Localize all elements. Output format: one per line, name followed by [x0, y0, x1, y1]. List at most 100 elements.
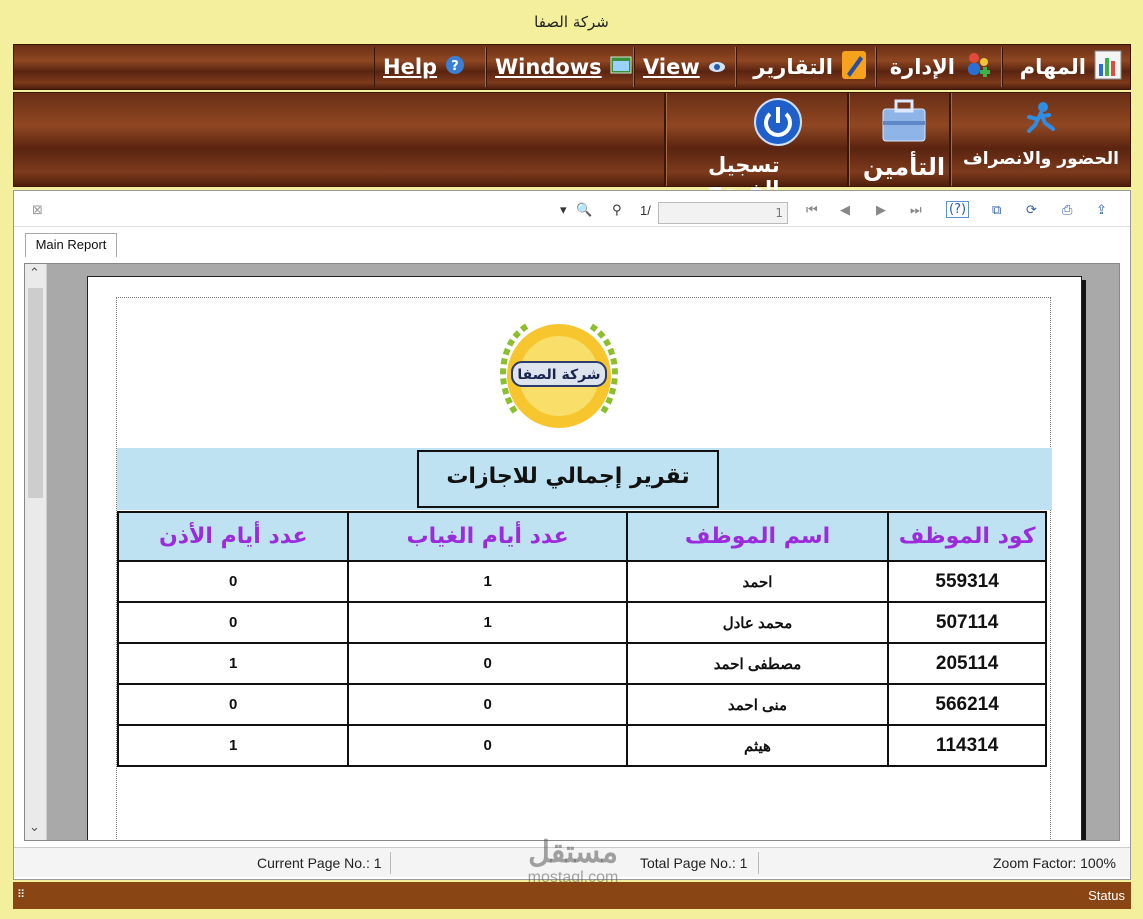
- page-number-input[interactable]: 1: [658, 202, 788, 224]
- eye-icon: [708, 55, 726, 79]
- menu-view-label: View: [643, 55, 700, 79]
- toolbar-divider: [664, 93, 667, 186]
- power-icon: [753, 97, 803, 151]
- scrollbar-thumb[interactable]: [28, 288, 43, 498]
- users-icon: [963, 50, 993, 85]
- table-row: 559314 احمد 1 0: [116, 560, 1047, 603]
- current-page-label: Current Page No.: 1: [257, 855, 382, 871]
- window-title: شركة الصفا: [534, 13, 609, 31]
- menu-reports[interactable]: التقارير: [736, 47, 876, 87]
- permission-days: 0: [116, 560, 350, 603]
- absence-days: 1: [347, 560, 628, 603]
- help-icon[interactable]: (?): [946, 201, 970, 218]
- report-preview-area: ⌃ ⌄ شركة الصفا تقرير إجمالي للاجازات كود…: [24, 263, 1120, 841]
- app-status-bar: ⠿ Status: [13, 882, 1131, 909]
- permission-days: 0: [116, 601, 350, 644]
- employee-name: منى احمد: [625, 683, 890, 726]
- zoom-icon[interactable]: 🔍: [576, 203, 592, 218]
- resize-grip-icon[interactable]: ⠿: [17, 888, 25, 901]
- status-divider: [758, 852, 759, 874]
- print-icon[interactable]: ⎙: [1062, 203, 1072, 218]
- employee-code: 507114: [887, 601, 1047, 644]
- briefcase-icon: [879, 97, 929, 149]
- app-window: شركة الصفا Help ? Windows View التقارير: [0, 0, 1143, 919]
- main-toolbar: تسجيل الخروج التأمين الحضور والانصراف: [13, 92, 1131, 201]
- scroll-down-icon[interactable]: ⌄: [29, 820, 40, 835]
- table-header-row: كود الموظف اسم الموظف عدد أيام الغياب عد…: [116, 511, 1047, 562]
- svg-text:?: ?: [451, 59, 459, 74]
- table-row: 566214 منى احمد 0 0: [116, 683, 1047, 726]
- menu-bar: Help ? Windows View التقارير الإدارة الم…: [13, 44, 1131, 90]
- report-page: شركة الصفا تقرير إجمالي للاجازات كود الم…: [87, 276, 1082, 840]
- tasks-label: المهام: [1019, 55, 1086, 79]
- watermark: مستقل mostaql.com: [498, 838, 648, 886]
- viewer-toolbar: ⊠ ▾ 🔍 ⚲ 1/ 1 ⏮ ◀ ▶ ⏭ (?) ⧉ ⟳ ⎙ ⇪: [14, 191, 1130, 227]
- copy-icon[interactable]: ⧉: [992, 203, 1001, 218]
- last-page-icon[interactable]: ⏭: [910, 203, 922, 218]
- attendance-label: الحضور والانصراف: [963, 149, 1119, 169]
- employee-name: محمد عادل: [625, 601, 890, 644]
- absence-days: 0: [347, 642, 628, 685]
- status-label: Status: [1088, 888, 1125, 903]
- logout-button[interactable]: تسجيل الخروج: [708, 97, 848, 201]
- previous-page-icon[interactable]: ◀: [840, 203, 850, 218]
- running-man-icon: [1023, 101, 1059, 143]
- export-icon[interactable]: ⇪: [1096, 203, 1107, 218]
- attendance-button[interactable]: الحضور والانصراف: [956, 101, 1126, 169]
- col-absence-days: عدد أيام الغياب: [347, 511, 628, 562]
- reports-label: التقارير: [753, 55, 833, 79]
- table-row: 507114 محمد عادل 1 0: [116, 601, 1047, 644]
- close-icon[interactable]: ⊠: [32, 203, 43, 218]
- absence-days: 1: [347, 601, 628, 644]
- page-of-label: 1/: [640, 203, 651, 218]
- employee-name: مصطفى احمد: [625, 642, 890, 685]
- status-divider: [390, 852, 391, 874]
- next-page-icon[interactable]: ▶: [876, 203, 886, 218]
- menu-help-label: Help: [383, 55, 438, 79]
- permission-days: 1: [116, 642, 350, 685]
- col-employee-name: اسم الموظف: [625, 511, 890, 562]
- employee-code: 114314: [887, 724, 1047, 767]
- table-row: 114314 هيثم 0 1: [116, 724, 1047, 767]
- leave-summary-table: كود الموظف اسم الموظف عدد أيام الغياب عد…: [116, 511, 1047, 767]
- employee-name: احمد: [625, 560, 890, 603]
- chevron-down-icon[interactable]: ▾: [560, 203, 567, 218]
- company-logo: شركة الصفا: [487, 312, 632, 442]
- help-icon: ?: [445, 55, 465, 80]
- admin-label: الإدارة: [889, 55, 955, 79]
- tab-main-report[interactable]: Main Report: [25, 233, 117, 257]
- employee-code: 566214: [887, 683, 1047, 726]
- scroll-up-icon[interactable]: ⌃: [29, 266, 40, 281]
- menu-windows-label: Windows: [495, 55, 602, 79]
- insurance-label: التأمين: [862, 153, 946, 181]
- logo-text: شركة الصفا: [517, 367, 600, 383]
- binoculars-icon[interactable]: ⚲: [612, 203, 622, 218]
- table-row: 205114 مصطفى احمد 0 1: [116, 642, 1047, 685]
- report-viewer: ⊠ ▾ 🔍 ⚲ 1/ 1 ⏮ ◀ ▶ ⏭ (?) ⧉ ⟳ ⎙ ⇪ Main Re…: [13, 190, 1131, 880]
- menu-tasks[interactable]: المهام: [1002, 47, 1130, 87]
- col-employee-code: كود الموظف: [887, 511, 1047, 562]
- report-title: تقرير إجمالي للاجازات: [417, 450, 719, 508]
- insurance-button[interactable]: التأمين: [862, 97, 946, 181]
- bar-chart-icon: [1094, 50, 1122, 85]
- menu-view[interactable]: View: [634, 47, 736, 87]
- permission-days: 0: [116, 683, 350, 726]
- watermark-brand: مستقل: [528, 836, 618, 869]
- toolbar-divider: [949, 93, 952, 186]
- zoom-factor-label: Zoom Factor: 100%: [993, 855, 1116, 871]
- report-body: شركة الصفا تقرير إجمالي للاجازات كود الم…: [116, 297, 1052, 840]
- employee-name: هيثم: [625, 724, 890, 767]
- menu-admin[interactable]: الإدارة: [876, 47, 1002, 87]
- menu-help[interactable]: Help ?: [374, 47, 486, 87]
- employee-code: 559314: [887, 560, 1047, 603]
- vertical-scrollbar[interactable]: ⌃ ⌄: [25, 264, 47, 840]
- col-permission-days: عدد أيام الأذن: [116, 511, 350, 562]
- refresh-icon[interactable]: ⟳: [1026, 203, 1037, 218]
- employee-code: 205114: [887, 642, 1047, 685]
- absence-days: 0: [347, 683, 628, 726]
- total-page-label: Total Page No.: 1: [640, 855, 748, 871]
- absence-days: 0: [347, 724, 628, 767]
- menu-windows[interactable]: Windows: [486, 47, 634, 87]
- first-page-icon[interactable]: ⏮: [806, 203, 818, 218]
- pen-icon: [841, 50, 867, 85]
